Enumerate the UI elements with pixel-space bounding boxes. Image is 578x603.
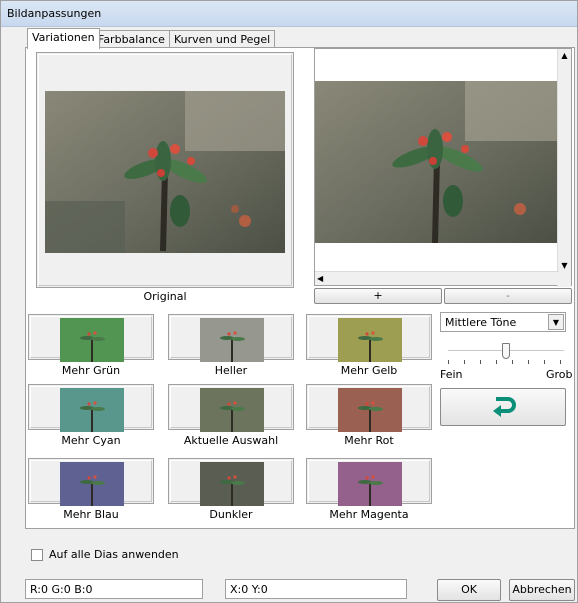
tab-variationen[interactable]: Variationen [27,28,100,49]
variation-label: Mehr Blau [63,508,119,521]
variation-label: Mehr Cyan [61,434,121,447]
tone-select[interactable]: Mittlere Töne ▼ [440,312,566,332]
variation-label: Heller [214,364,248,377]
variation-thumb[interactable] [28,458,154,506]
variation-image [200,318,264,362]
variation-image [200,388,264,432]
original-image [45,91,285,253]
scroll-left-icon[interactable]: ◀ [317,272,329,285]
variation-label: Mehr Grün [61,364,121,377]
variation-label: Aktuelle Auswahl [183,434,279,447]
fein-label: Fein [440,368,463,381]
tab-kurven-und-pegel[interactable]: Kurven und Pegel [169,30,276,48]
rgb-readout: R:0 G:0 B:0 [25,579,203,599]
variation-image [338,462,402,506]
current-preview-frame: ▲ ▼ ◀ [314,48,572,287]
undo-arrow-icon [493,397,516,417]
variation-image [60,318,124,362]
apply-all-label: Auf alle Dias anwenden [49,548,179,561]
variation-thumb[interactable] [306,384,432,432]
zoom-in-button[interactable]: + [314,288,442,304]
slider-ticks [448,360,564,364]
current-image [315,81,559,243]
variation-thumb[interactable] [168,314,294,362]
variation-thumb[interactable] [306,458,432,506]
title-bar: Bildanpassungen [1,1,577,27]
original-preview-frame [36,52,294,288]
tab-farbbalance[interactable]: Farbbalance [93,30,170,48]
apply-all-checkbox[interactable] [31,549,43,561]
variation-thumb[interactable] [168,458,294,506]
variation-thumb[interactable] [306,314,432,362]
reset-button[interactable] [440,388,566,426]
dialog-window: Bildanpassungen Variationen Farbbalance … [0,0,578,603]
variation-label: Mehr Magenta [329,508,409,521]
variation-image [200,462,264,506]
zoom-out-button[interactable]: - [444,288,572,304]
variation-image [60,388,124,432]
tone-select-value: Mittlere Töne [445,316,517,329]
variation-thumb[interactable] [28,314,154,362]
horizontal-scrollbar[interactable]: ◀ [315,271,559,285]
vertical-scrollbar[interactable]: ▲ ▼ [557,49,571,287]
fein-grob-slider[interactable] [448,343,564,364]
variation-label: Dunkler [209,508,253,521]
variation-image [60,462,124,506]
variation-image [338,318,402,362]
variation-thumb[interactable] [28,384,154,432]
variation-image [338,388,402,432]
scroll-up-icon[interactable]: ▲ [558,49,571,63]
variations-panel: Original ▲ ▼ ◀ + - Mittlere Töne ▼ Fein … [25,47,575,529]
variation-label: Mehr Gelb [340,364,398,377]
scroll-down-icon[interactable]: ▼ [558,259,571,273]
grob-label: Grob [546,368,573,381]
variation-thumb[interactable] [168,384,294,432]
slider-thumb[interactable] [502,343,510,359]
xy-readout: X:0 Y:0 [225,579,407,599]
chevron-down-icon[interactable]: ▼ [548,314,564,330]
variation-label: Mehr Rot [344,434,394,447]
cancel-button[interactable]: Abbrechen [509,579,575,601]
window-title: Bildanpassungen [7,7,102,20]
ok-button[interactable]: OK [437,579,501,601]
original-label: Original [143,290,187,303]
